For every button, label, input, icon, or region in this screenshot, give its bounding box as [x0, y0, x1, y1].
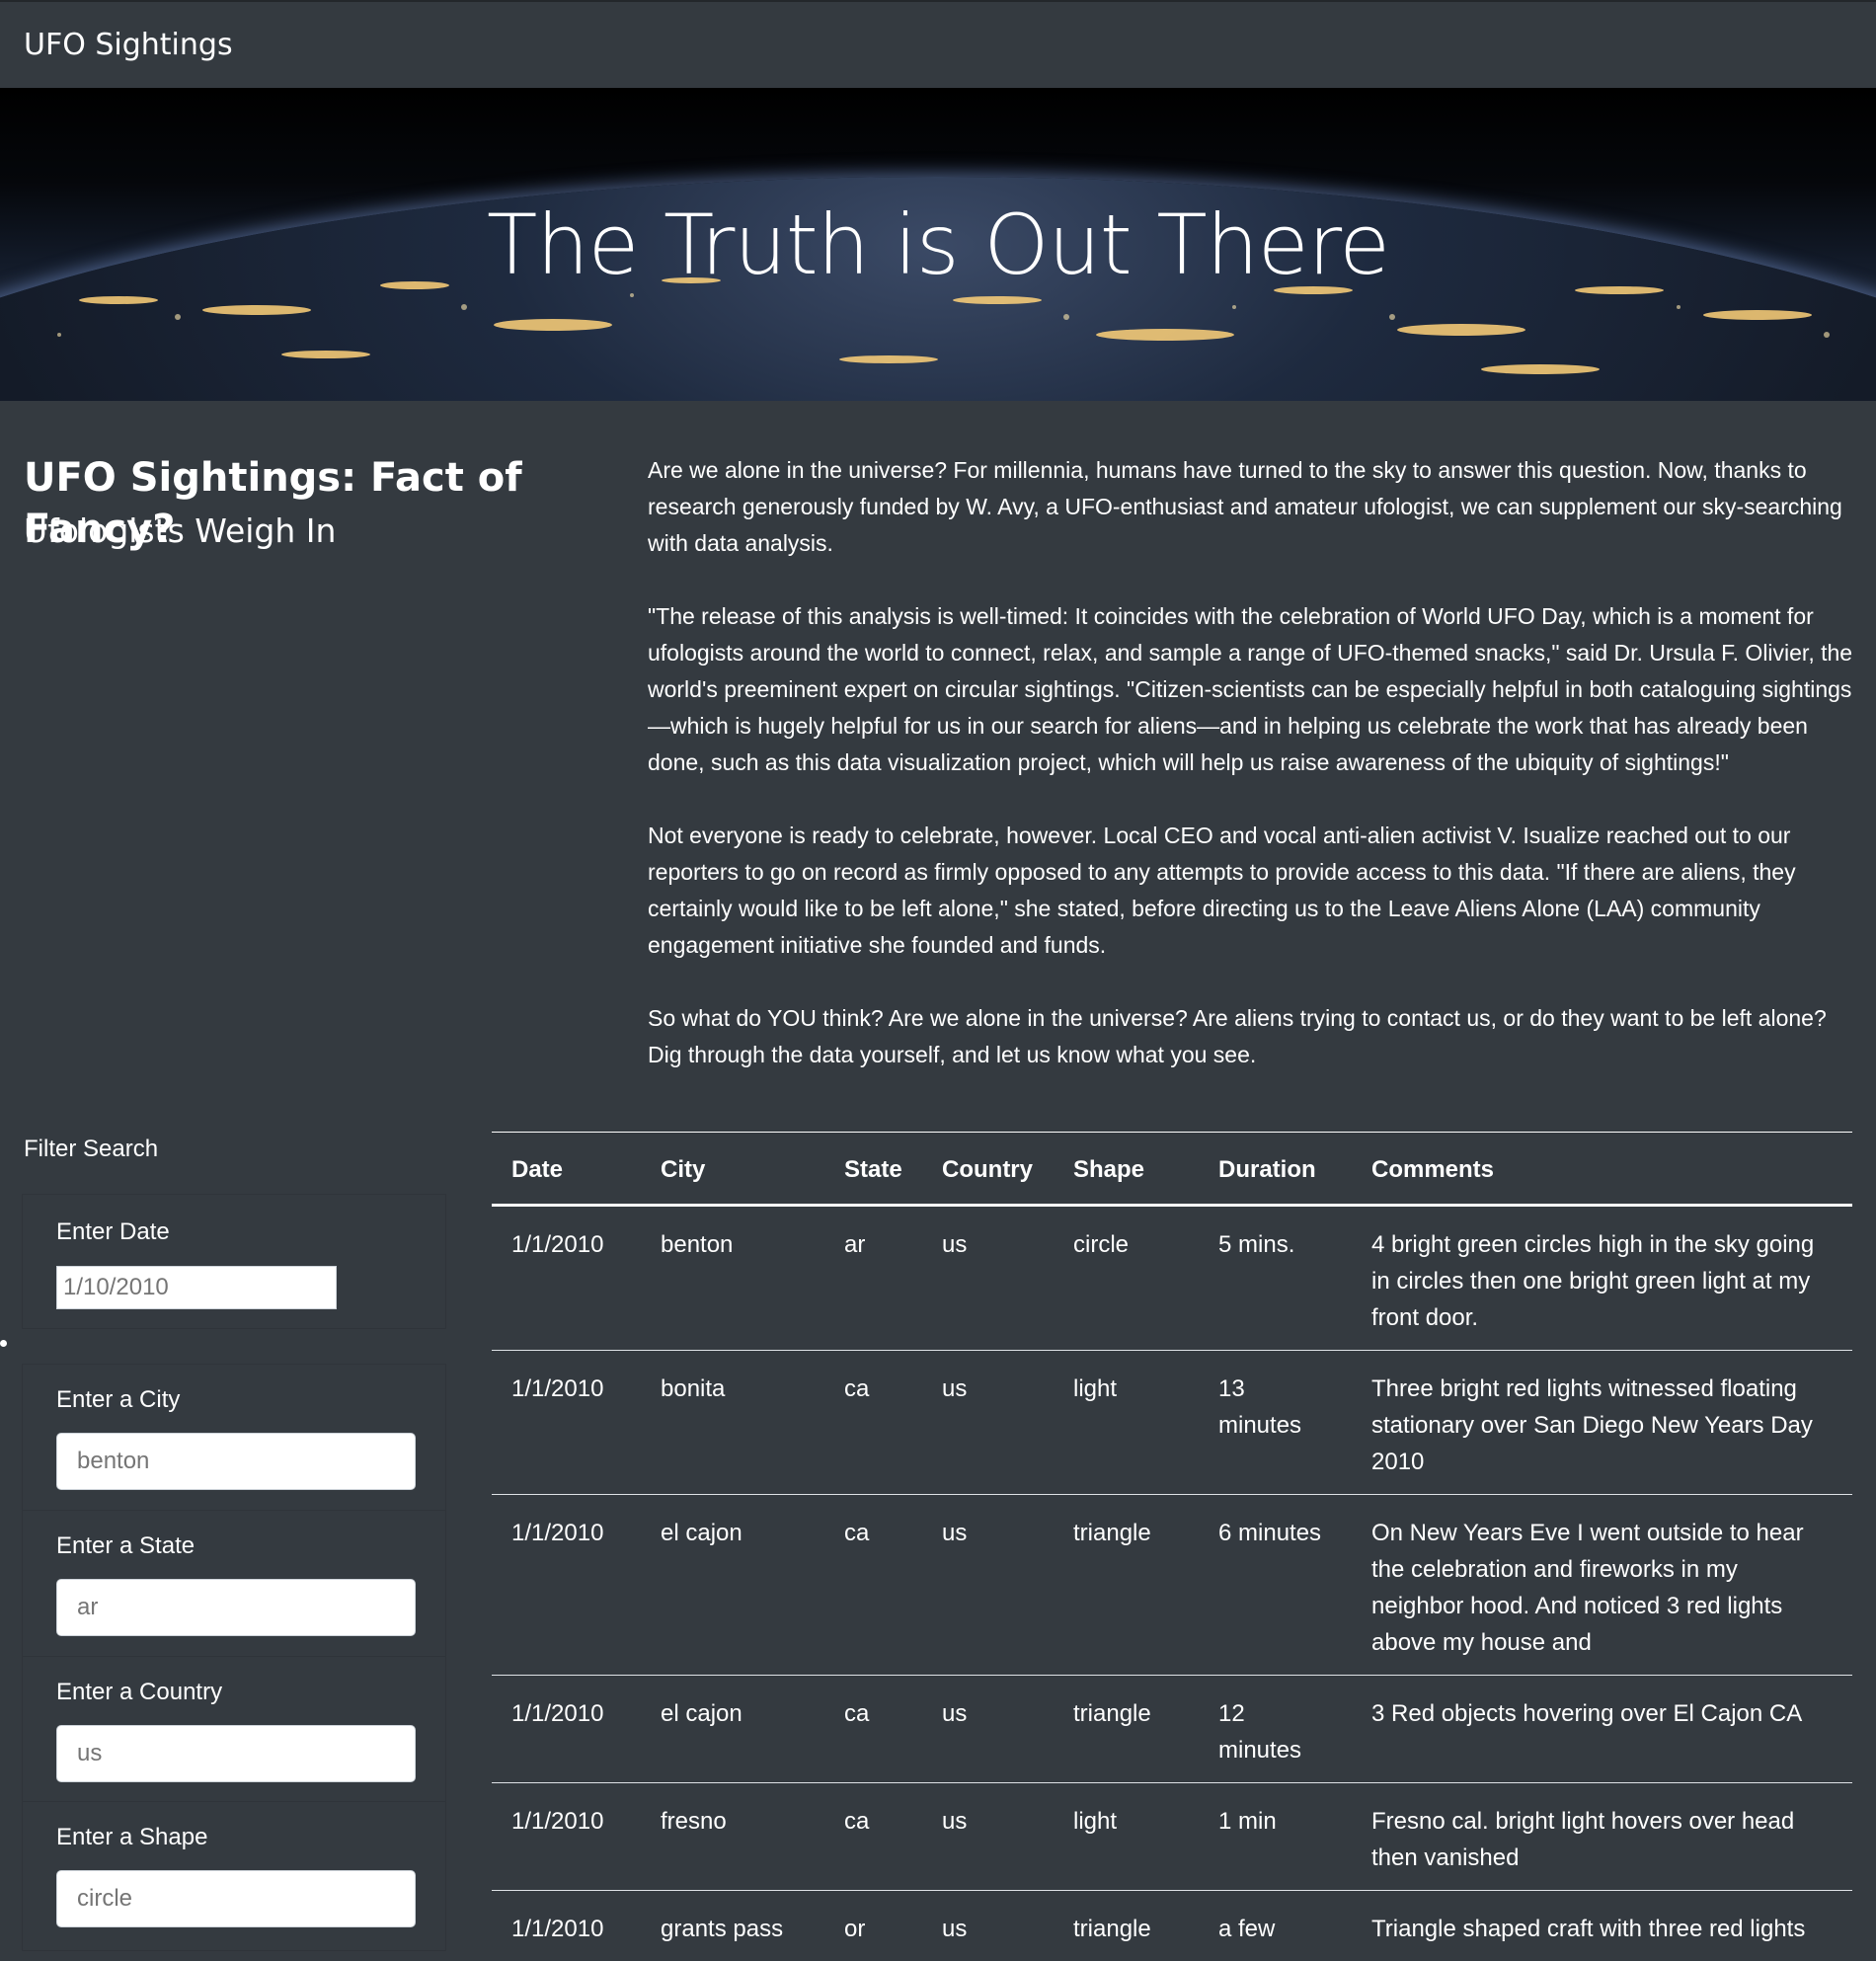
filter-country-item: Enter a Country: [22, 1656, 446, 1803]
table-header-row: Date City State Country Shape Duration C…: [492, 1133, 1852, 1206]
cell-comments: 4 bright green circles high in the sky g…: [1352, 1206, 1852, 1351]
cell-city: benton: [641, 1206, 824, 1351]
cell-state: or: [824, 1891, 922, 1961]
cell-date: 1/1/2010: [492, 1351, 641, 1495]
cell-state: ar: [824, 1206, 922, 1351]
table-row: 1/1/2010 fresno ca us light 1 min Fresno…: [492, 1783, 1852, 1891]
article-paragraph: Not everyone is ready to celebrate, howe…: [648, 818, 1854, 964]
cell-shape: light: [1054, 1351, 1199, 1495]
cell-country: us: [922, 1351, 1054, 1495]
cell-date: 1/1/2010: [492, 1783, 641, 1891]
hero-banner: The Truth is Out There: [0, 88, 1876, 401]
list-bullet: [0, 1340, 7, 1347]
page-subheading: Ufologists Weigh In: [24, 510, 616, 553]
cell-country: us: [922, 1783, 1054, 1891]
cell-comments: 3 Red objects hovering over El Cajon CA: [1352, 1676, 1852, 1783]
article-body: Are we alone in the universe? For millen…: [648, 452, 1854, 1110]
cell-duration: 5 mins.: [1199, 1206, 1352, 1351]
cell-duration: 13 minutes: [1199, 1351, 1352, 1495]
cell-city: el cajon: [641, 1676, 824, 1783]
article-paragraph: "The release of this analysis is well-ti…: [648, 598, 1854, 781]
cell-city: el cajon: [641, 1495, 824, 1676]
cell-country: us: [922, 1206, 1054, 1351]
cell-duration: 1 min: [1199, 1783, 1352, 1891]
table-row: 1/1/2010 grants pass or us triangle a fe…: [492, 1891, 1852, 1961]
cell-state: ca: [824, 1676, 922, 1783]
cell-shape: triangle: [1054, 1495, 1199, 1676]
cell-shape: triangle: [1054, 1676, 1199, 1783]
column-header-comments: Comments: [1352, 1133, 1852, 1206]
cell-shape: light: [1054, 1783, 1199, 1891]
cell-country: us: [922, 1495, 1054, 1676]
shape-input[interactable]: [56, 1870, 416, 1927]
filter-city-item: Enter a City: [22, 1364, 446, 1511]
city-input[interactable]: [56, 1433, 416, 1490]
filter-shape-label: Enter a Shape: [56, 1824, 207, 1851]
cell-duration: a few: [1199, 1891, 1352, 1961]
filter-date-label: Enter Date: [56, 1218, 170, 1246]
column-header-date: Date: [492, 1133, 641, 1206]
filter-search-title: Filter Search: [24, 1136, 158, 1163]
cell-duration: 6 minutes: [1199, 1495, 1352, 1676]
cell-state: ca: [824, 1783, 922, 1891]
hero-title: The Truth is Out There: [0, 196, 1876, 293]
table-row: 1/1/2010 bonita ca us light 13 minutes T…: [492, 1351, 1852, 1495]
column-header-duration: Duration: [1199, 1133, 1352, 1206]
cell-date: 1/1/2010: [492, 1495, 641, 1676]
cell-comments: Triangle shaped craft with three red lig…: [1352, 1891, 1852, 1961]
navbar-brand-link[interactable]: UFO Sightings: [24, 28, 233, 62]
cell-country: us: [922, 1676, 1054, 1783]
date-input[interactable]: [56, 1266, 337, 1309]
sightings-table: Date City State Country Shape Duration C…: [492, 1132, 1852, 1961]
filter-state-item: Enter a State: [22, 1510, 446, 1657]
column-header-shape: Shape: [1054, 1133, 1199, 1206]
navbar: UFO Sightings: [0, 2, 1876, 88]
table-row: 1/1/2010 el cajon ca us triangle 6 minut…: [492, 1495, 1852, 1676]
country-input[interactable]: [56, 1725, 416, 1782]
filter-date-item: Enter Date: [22, 1194, 446, 1329]
filter-state-label: Enter a State: [56, 1532, 195, 1560]
cell-comments: Three bright red lights witnessed floati…: [1352, 1351, 1852, 1495]
cell-state: ca: [824, 1351, 922, 1495]
cell-city: grants pass: [641, 1891, 824, 1961]
filter-shape-item: Enter a Shape: [22, 1801, 446, 1951]
cell-comments: On New Years Eve I went outside to hear …: [1352, 1495, 1852, 1676]
filter-country-label: Enter a Country: [56, 1679, 222, 1706]
cell-date: 1/1/2010: [492, 1676, 641, 1783]
article-paragraph: So what do YOU think? Are we alone in th…: [648, 1000, 1854, 1073]
cell-city: fresno: [641, 1783, 824, 1891]
cell-shape: circle: [1054, 1206, 1199, 1351]
state-input[interactable]: [56, 1579, 416, 1636]
article-paragraph: Are we alone in the universe? For millen…: [648, 452, 1854, 562]
cell-country: us: [922, 1891, 1054, 1961]
cell-duration: 12 minutes: [1199, 1676, 1352, 1783]
column-header-city: City: [641, 1133, 824, 1206]
table-row: 1/1/2010 benton ar us circle 5 mins. 4 b…: [492, 1206, 1852, 1351]
cell-state: ca: [824, 1495, 922, 1676]
column-header-country: Country: [922, 1133, 1054, 1206]
cell-comments: Fresno cal. bright light hovers over hea…: [1352, 1783, 1852, 1891]
cell-date: 1/1/2010: [492, 1206, 641, 1351]
table-row: 1/1/2010 el cajon ca us triangle 12 minu…: [492, 1676, 1852, 1783]
cell-city: bonita: [641, 1351, 824, 1495]
cell-shape: triangle: [1054, 1891, 1199, 1961]
column-header-state: State: [824, 1133, 922, 1206]
cell-date: 1/1/2010: [492, 1891, 641, 1961]
filter-city-label: Enter a City: [56, 1386, 180, 1414]
